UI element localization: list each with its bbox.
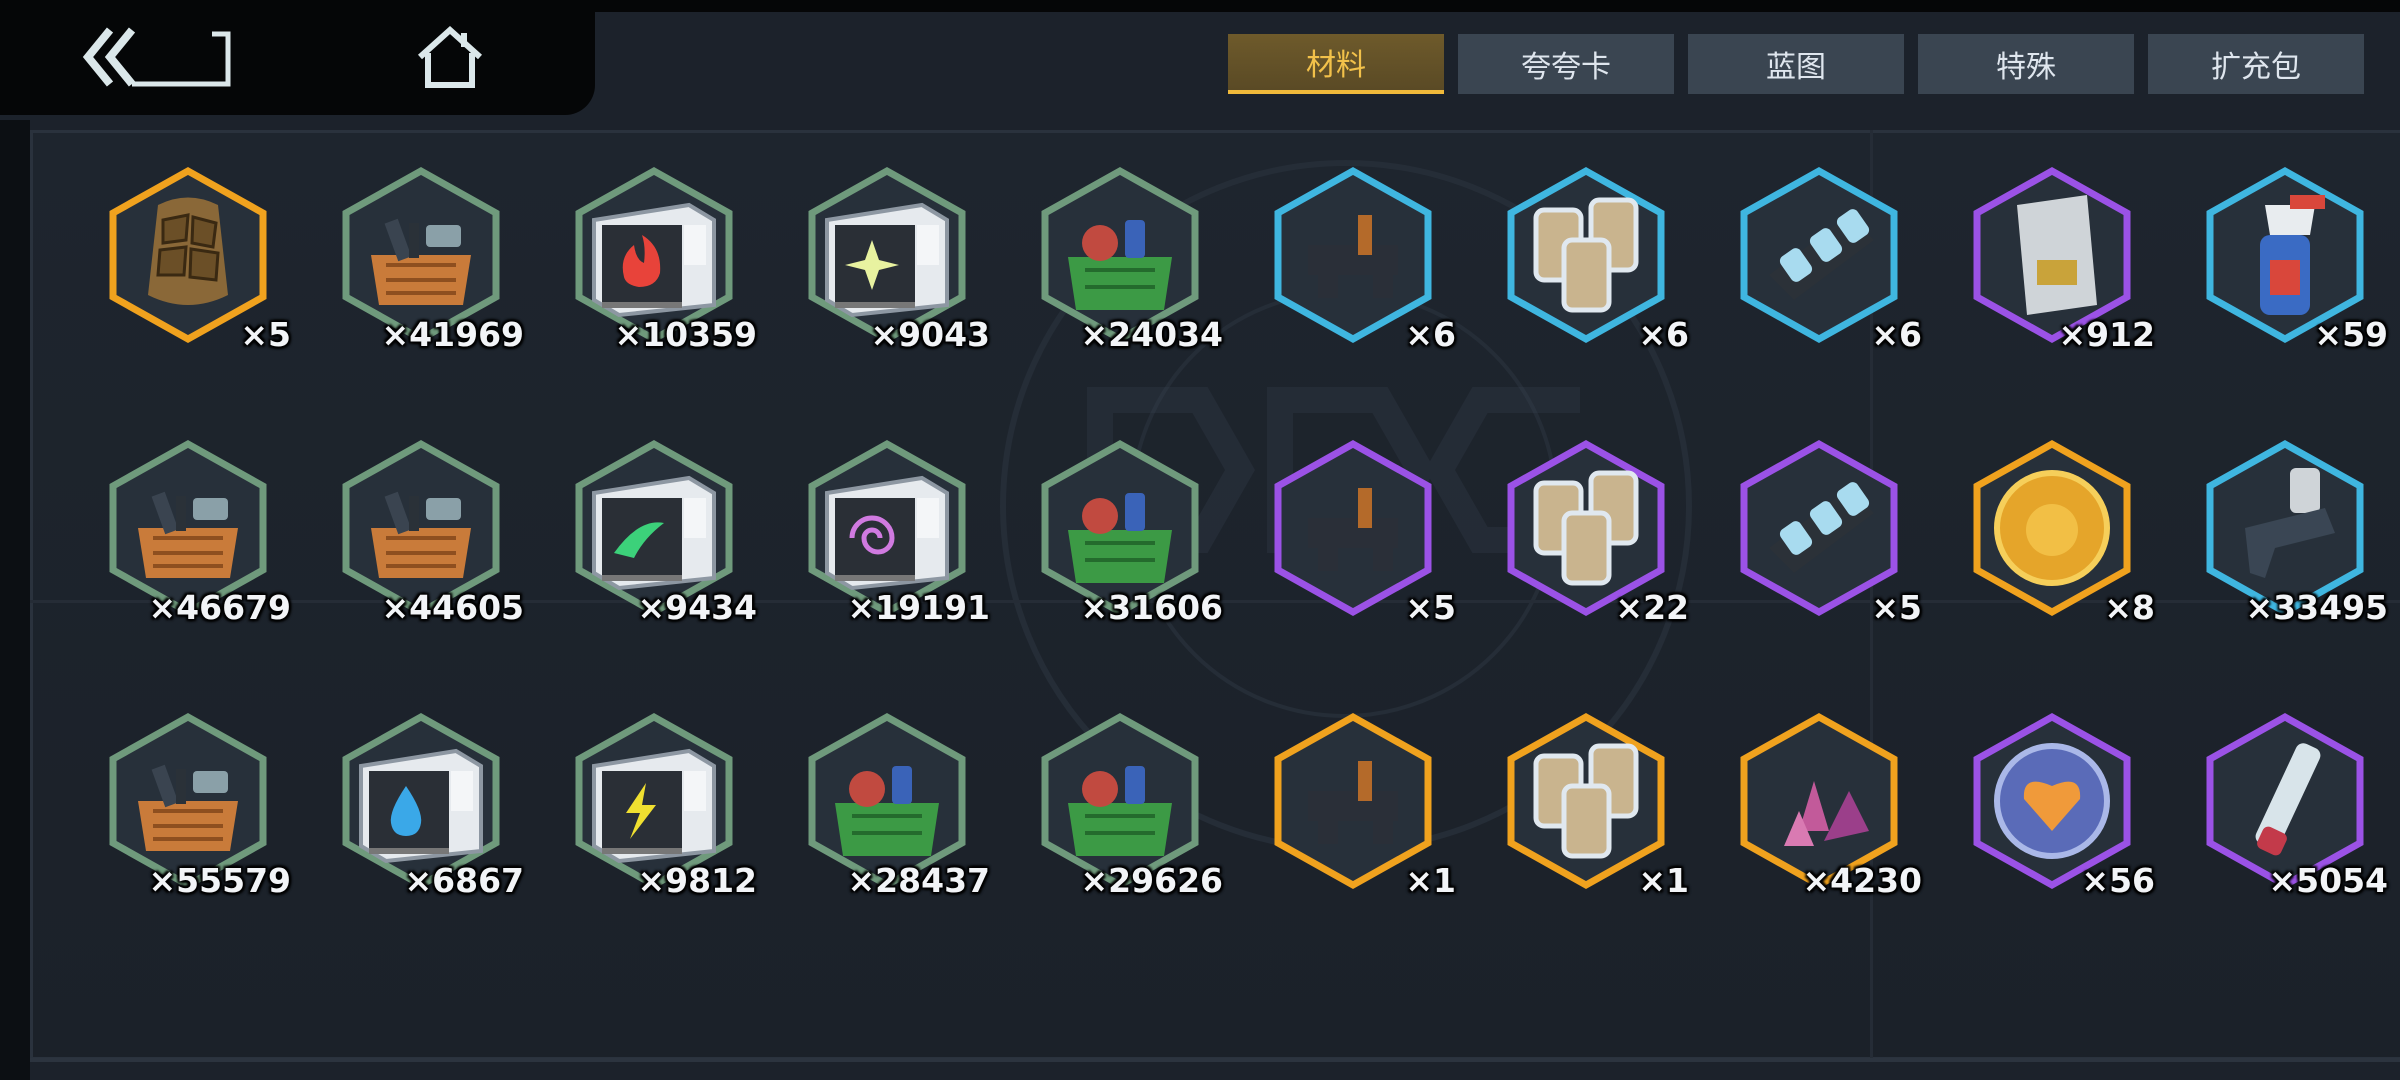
item-slot-spray-bottle[interactable]: ×59 xyxy=(2177,165,2400,438)
item-slot-blue-machine-part[interactable]: ×6 xyxy=(1245,165,1478,438)
item-slot-crystal-shards[interactable]: ×4230 xyxy=(1711,711,1944,984)
item-quantity: ×5 xyxy=(240,315,291,354)
item-quantity: ×28437 xyxy=(847,861,990,900)
item-quantity: ×6 xyxy=(1871,315,1922,354)
item-quantity: ×8 xyxy=(2104,588,2155,627)
item-quantity: ×24034 xyxy=(1080,315,1223,354)
inventory-grid: ×5 ×41969 ×10359 ×9043 ×24034 ×6 ×6 ×6 ×912 ×59 ×4… xyxy=(80,165,2400,984)
item-quantity: ×1 xyxy=(1638,861,1689,900)
item-quantity: ×41969 xyxy=(381,315,524,354)
item-quantity: ×56 xyxy=(2081,861,2155,900)
item-slot-green-crate-boots[interactable]: ×24034 xyxy=(1012,165,1245,438)
item-slot-wind-module-box[interactable]: ×9434 xyxy=(546,438,779,711)
item-slot-test-tube[interactable]: ×5054 xyxy=(2177,711,2400,984)
bottom-strip xyxy=(30,1058,2400,1062)
back-button[interactable] xyxy=(80,20,240,95)
item-quantity: ×19191 xyxy=(847,588,990,627)
item-quantity: ×9812 xyxy=(637,861,758,900)
item-quantity: ×912 xyxy=(2058,315,2155,354)
item-quantity: ×1 xyxy=(1405,861,1456,900)
item-quantity: ×59 xyxy=(2314,315,2388,354)
tab-materials[interactable]: 材料 xyxy=(1228,34,1444,94)
item-slot-parts-crate-tools[interactable]: ×41969 xyxy=(313,165,546,438)
item-slot-blue-grain-canisters[interactable]: ×6 xyxy=(1478,165,1711,438)
item-slot-blue-ice-cells[interactable]: ×6 xyxy=(1711,165,1944,438)
item-quantity: ×22 xyxy=(1615,588,1689,627)
item-slot-spiral-module-box[interactable]: ×19191 xyxy=(779,438,1012,711)
item-quantity: ×55579 xyxy=(148,861,291,900)
top-nav-bar xyxy=(0,0,595,115)
item-slot-gold-grain-canisters[interactable]: ×1 xyxy=(1478,711,1711,984)
item-slot-memory-card[interactable]: ×912 xyxy=(1944,165,2177,438)
item-slot-green-crate-teddy[interactable]: ×28437 xyxy=(779,711,1012,984)
item-quantity: ×6 xyxy=(1638,315,1689,354)
tab-praise-cards[interactable]: 夸夸卡 xyxy=(1458,34,1674,94)
item-slot-parts-crate-pipes[interactable]: ×46679 xyxy=(80,438,313,711)
item-slot-star-module-box[interactable]: ×9043 xyxy=(779,165,1012,438)
item-slot-fire-module-box[interactable]: ×10359 xyxy=(546,165,779,438)
item-slot-rock-armor[interactable]: ×5 xyxy=(80,165,313,438)
item-slot-heart-badge[interactable]: ×56 xyxy=(1944,711,2177,984)
item-quantity: ×5054 xyxy=(2268,861,2389,900)
item-quantity: ×9043 xyxy=(870,315,991,354)
item-slot-gold-coin[interactable]: ×8 xyxy=(1944,438,2177,711)
tab-expansion-packs[interactable]: 扩充包 xyxy=(2148,34,2364,94)
left-edge xyxy=(0,120,30,1080)
item-quantity: ×9434 xyxy=(637,588,758,627)
item-quantity: ×10359 xyxy=(614,315,757,354)
item-slot-lightning-module-box[interactable]: ×9812 xyxy=(546,711,779,984)
home-icon xyxy=(417,25,483,88)
item-slot-green-crate-toys[interactable]: ×29626 xyxy=(1012,711,1245,984)
item-slot-parts-crate-bolts[interactable]: ×44605 xyxy=(313,438,546,711)
item-slot-gold-machine-part[interactable]: ×1 xyxy=(1245,711,1478,984)
top-stripe xyxy=(595,0,2400,12)
item-slot-purple-machine-part[interactable]: ×5 xyxy=(1245,438,1478,711)
item-quantity: ×5 xyxy=(1871,588,1922,627)
item-slot-spray-gun[interactable]: ×33495 xyxy=(2177,438,2400,711)
item-quantity: ×44605 xyxy=(381,588,524,627)
item-quantity: ×6 xyxy=(1405,315,1456,354)
item-slot-parts-crate-blue[interactable]: ×55579 xyxy=(80,711,313,984)
item-quantity: ×29626 xyxy=(1080,861,1223,900)
item-quantity: ×31606 xyxy=(1080,588,1223,627)
item-slot-green-crate-fabric[interactable]: ×31606 xyxy=(1012,438,1245,711)
category-tabs: 材料 夸夸卡 蓝图 特殊 扩充包 xyxy=(1228,34,2364,94)
home-button[interactable] xyxy=(405,20,495,95)
item-slot-water-module-box[interactable]: ×6867 xyxy=(313,711,546,984)
item-quantity: ×4230 xyxy=(1802,861,1923,900)
tab-blueprints[interactable]: 蓝图 xyxy=(1688,34,1904,94)
item-quantity: ×46679 xyxy=(148,588,291,627)
item-quantity: ×5 xyxy=(1405,588,1456,627)
tab-special[interactable]: 特殊 xyxy=(1918,34,2134,94)
back-arrow-icon xyxy=(82,27,231,87)
item-quantity: ×6867 xyxy=(404,861,525,900)
item-quantity: ×33495 xyxy=(2245,588,2388,627)
item-slot-purple-grain-canisters[interactable]: ×22 xyxy=(1478,438,1711,711)
item-slot-purple-ice-cells[interactable]: ×5 xyxy=(1711,438,1944,711)
